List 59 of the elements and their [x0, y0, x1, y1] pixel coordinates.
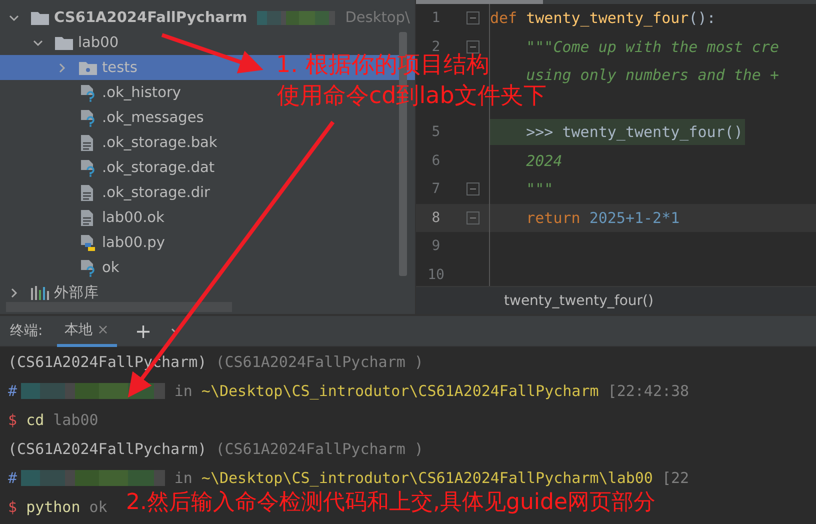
code-line: using only numbers and the + [525, 66, 779, 84]
line-number: 7 [430, 181, 442, 198]
code-line: return 2025+1-2*1 [525, 208, 680, 227]
terminal-text: ok [89, 498, 108, 516]
terminal-text: [22:42:38 [606, 382, 690, 400]
tree-item[interactable]: .ok_storage.bak [102, 134, 218, 150]
tree-item[interactable]: 外部库 [54, 283, 99, 302]
terminal-text: lab00 [53, 410, 98, 428]
terminal-text: $ [8, 498, 18, 516]
tree-item[interactable]: ok [102, 260, 120, 276]
terminal-text: $ [8, 410, 18, 428]
add-tab-button[interactable]: + [130, 319, 156, 343]
tree-item[interactable]: lab00 [78, 34, 119, 50]
tree-item[interactable]: .ok_messages [102, 110, 204, 126]
annotation-text: 1. 根据你的项目结构 [276, 54, 490, 77]
line-number: 2 [432, 38, 442, 55]
terminal-text: cd [26, 410, 46, 428]
line-number: 10 [426, 266, 446, 283]
terminal-text: ~\Desktop\CS_introdutor\CS61A2024FallPycharm\lab00 [201, 468, 653, 486]
fold-marker-icon[interactable] [466, 182, 480, 196]
terminal-text: (CS61A2024FallPycharm ) [216, 352, 424, 370]
tree-item[interactable]: lab00.ok [102, 210, 164, 226]
line-number: 8 [430, 210, 442, 226]
code-line: """Come up with the most cre [525, 38, 779, 56]
terminal-text: (CS61A2024FallPycharm ) [216, 440, 424, 458]
line-number: 1 [430, 10, 442, 26]
library-icon [30, 284, 50, 300]
tree-item[interactable]: .ok_storage.dat [102, 160, 215, 176]
folder-icon [30, 10, 50, 26]
annotation-text: 使用命令cd到lab文件夹下 [277, 85, 546, 108]
tree-item[interactable]: lab00.py [102, 234, 165, 250]
terminal-text: ~\Desktop\CS_introdutor\CS61A2024FallPycharm [201, 382, 599, 400]
fold-marker-icon[interactable] [466, 210, 480, 225]
terminal-label: 终端: [10, 322, 43, 340]
line-number: 6 [430, 152, 442, 169]
python-file-icon [78, 234, 98, 252]
code-line: """ [525, 180, 554, 198]
fold-marker-icon[interactable] [466, 11, 480, 26]
scrollbar[interactable] [6, 302, 232, 312]
fold-marker-icon[interactable] [466, 40, 480, 54]
tree-item[interactable]: .ok_storage.dir [102, 184, 210, 200]
terminal-text: # [8, 468, 18, 486]
code-line: def twenty_twenty_four(): [490, 9, 716, 28]
line-number: 5 [430, 124, 442, 140]
terminal-text: in [173, 382, 194, 400]
project-path: Desktop\ [345, 10, 410, 26]
annotation-text: 2.然后输入命令检测代码和上交,具体见guide网页部分 [126, 492, 656, 514]
terminal-text: python [26, 498, 82, 516]
terminal-text: (CS61A2024FallPycharm) [8, 440, 208, 458]
terminal-text: in [173, 468, 194, 486]
terminal-text: [22 [660, 468, 690, 486]
terminal-text: # [8, 382, 18, 400]
tree-item[interactable]: CS61A2024FallPycharm [54, 10, 248, 26]
code-line: 2024 [525, 152, 562, 170]
package-folder-icon [78, 60, 98, 76]
tree-item[interactable]: .ok_history [102, 84, 181, 100]
line-number: 9 [430, 238, 442, 254]
terminal-tab[interactable]: 本地 × [56, 316, 117, 346]
folder-icon [54, 34, 74, 50]
